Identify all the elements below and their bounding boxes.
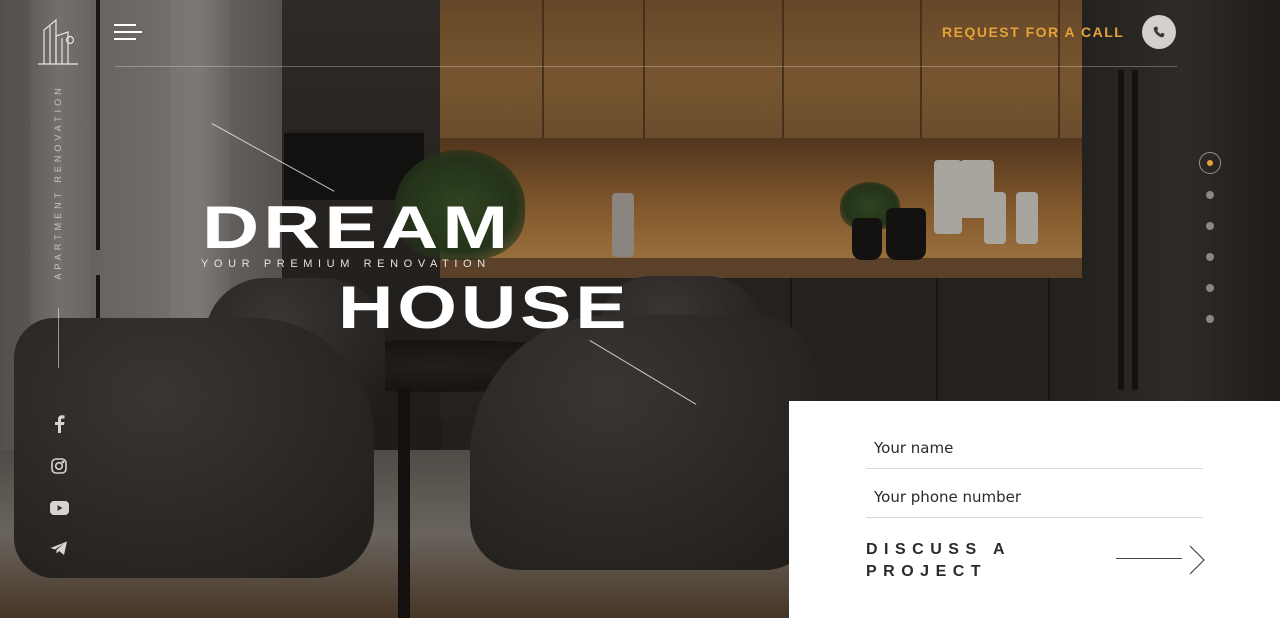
hero-subtitle: YOUR PREMIUM RENOVATION	[201, 258, 491, 270]
hero-title-line-1: DREAM	[202, 194, 513, 261]
phone-input[interactable]	[866, 476, 1203, 518]
contact-form: DISCUSS A PROJECT	[789, 401, 1280, 618]
hero-title-line-2: HOUSE	[338, 274, 631, 341]
building-logo-icon[interactable]	[36, 16, 80, 66]
left-rail-divider	[58, 308, 59, 368]
facebook-icon[interactable]	[48, 413, 70, 435]
header-divider	[115, 66, 1177, 67]
youtube-icon[interactable]	[48, 497, 70, 519]
name-input[interactable]	[866, 427, 1203, 469]
hamburger-menu-icon[interactable]	[114, 22, 144, 42]
arrow-line	[1116, 558, 1182, 559]
slide-dot-5[interactable]	[1206, 284, 1214, 292]
slide-dot-4[interactable]	[1206, 253, 1214, 261]
request-call-link[interactable]: REQUEST FOR A CALL	[942, 24, 1124, 40]
slide-dot-3[interactable]	[1206, 222, 1214, 230]
discuss-project-label: DISCUSS A PROJECT	[866, 541, 1011, 580]
discuss-project-button[interactable]: DISCUSS A PROJECT	[866, 536, 1211, 586]
instagram-icon[interactable]	[48, 455, 70, 477]
brand-tagline-vertical: APARTMENT RENOVATION	[53, 84, 63, 280]
slide-dot-1[interactable]	[1199, 152, 1221, 174]
slide-dot-2[interactable]	[1206, 191, 1214, 199]
slide-dot-6[interactable]	[1206, 315, 1214, 323]
phone-icon[interactable]	[1142, 15, 1176, 49]
arrow-right-icon	[1189, 545, 1205, 575]
telegram-icon[interactable]	[48, 537, 70, 559]
